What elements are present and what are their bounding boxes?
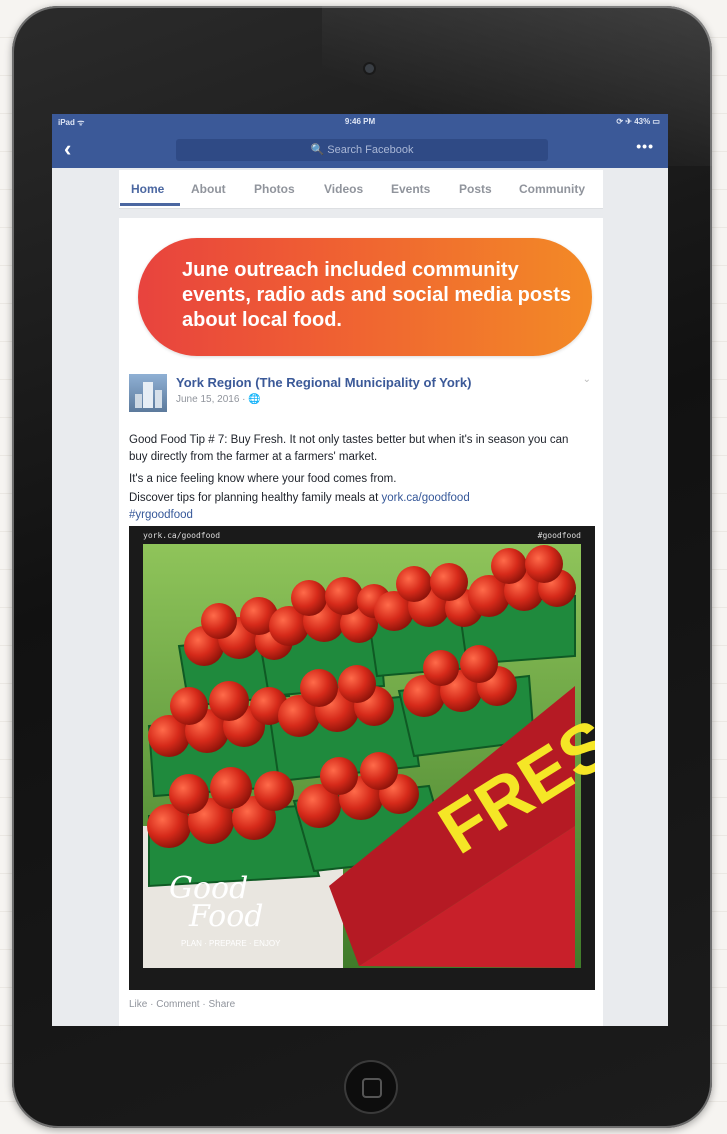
tab-posts[interactable]: Posts bbox=[459, 182, 492, 196]
page-name-link[interactable]: York Region (The Regional Municipality o… bbox=[176, 375, 471, 390]
battery-indicator: ⟳ ✈ 43% ▭ bbox=[616, 117, 660, 126]
tab-community[interactable]: Community bbox=[519, 182, 585, 196]
photo-caption-left: york.ca/goodfood bbox=[143, 531, 221, 540]
post-text-prefix: Discover tips for planning healthy famil… bbox=[129, 492, 382, 504]
avatar-building bbox=[155, 390, 162, 408]
screen: iPad ᯤ 9:46 PM ⟳ ✈ 43% ▭ ‹ 🔍 Search Face… bbox=[52, 114, 668, 1026]
tab-home[interactable]: Home bbox=[131, 182, 164, 196]
goodfood-link[interactable]: york.ca/goodfood bbox=[381, 492, 469, 504]
post-date[interactable]: June 15, 2016 · 🌐 bbox=[176, 394, 261, 405]
chevron-left-icon[interactable]: ‹ bbox=[64, 136, 71, 162]
photo-caption-right: #goodfood bbox=[537, 531, 581, 540]
page-tabs: Home About Photos Videos Events Posts Co… bbox=[119, 170, 603, 209]
camera-icon bbox=[365, 64, 374, 73]
tab-videos[interactable]: Videos bbox=[324, 182, 363, 196]
home-square-icon bbox=[362, 1078, 382, 1098]
tab-photos[interactable]: Photos bbox=[254, 182, 295, 196]
home-button[interactable] bbox=[346, 1062, 396, 1112]
tab-events[interactable]: Events bbox=[391, 182, 430, 196]
tomato-market-illustration: FRESH Good Food PLAN · PREPARE · ENJOY bbox=[143, 544, 595, 968]
post-paragraph: Discover tips for planning healthy famil… bbox=[129, 490, 589, 507]
status-time: 9:46 PM bbox=[344, 117, 376, 126]
search-input[interactable]: 🔍 Search Facebook bbox=[176, 139, 548, 161]
post-photo[interactable]: FRESH Good Food PLAN · PREPARE · ENJOY y… bbox=[129, 526, 595, 990]
good-food-tagline: PLAN · PREPARE · ENJOY bbox=[181, 939, 281, 948]
avatar-building bbox=[135, 394, 142, 408]
active-tab-indicator bbox=[120, 203, 180, 206]
chevron-down-icon[interactable]: ⌄ bbox=[583, 374, 591, 385]
banner-text: June outreach included community events,… bbox=[182, 259, 572, 331]
post-actions[interactable]: Like · Comment · Share bbox=[129, 999, 235, 1010]
post-paragraph: It's a nice feeling know where your food… bbox=[129, 473, 397, 485]
outreach-banner: June outreach included community events,… bbox=[138, 238, 592, 356]
hashtag-link[interactable]: #yrgoodfood bbox=[129, 507, 589, 524]
facebook-navbar: ‹ 🔍 Search Facebook ••• bbox=[52, 130, 668, 168]
avatar[interactable] bbox=[129, 374, 167, 412]
avatar-tower bbox=[143, 382, 153, 408]
status-bar: iPad ᯤ 9:46 PM ⟳ ✈ 43% ▭ bbox=[52, 114, 668, 130]
more-options-icon[interactable]: ••• bbox=[636, 138, 654, 154]
tab-about[interactable]: About bbox=[191, 182, 226, 196]
post-card: June outreach included community events,… bbox=[119, 218, 603, 1026]
post-paragraph: Good Food Tip # 7: Buy Fresh. It not onl… bbox=[129, 434, 569, 463]
good-food-logo-line2: Food bbox=[188, 899, 264, 934]
